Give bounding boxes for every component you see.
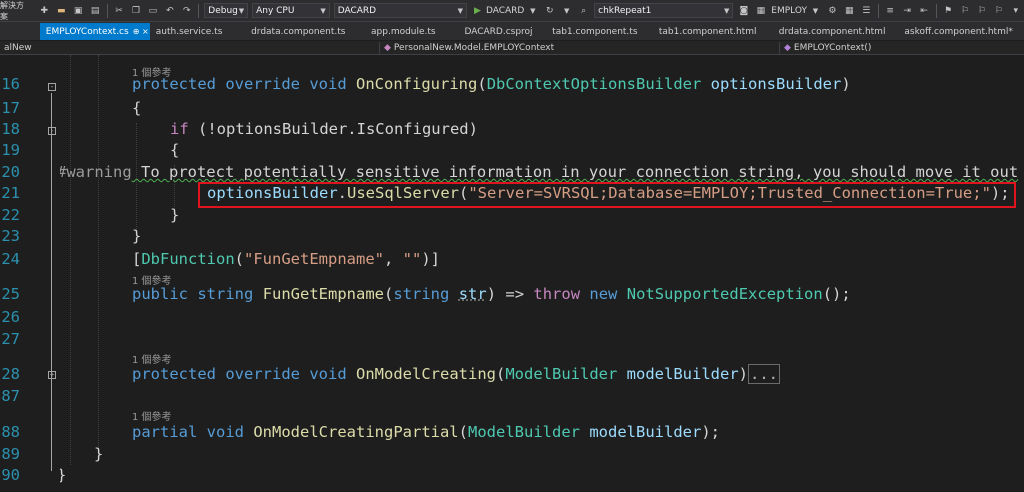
method-icon: ◆ <box>784 42 791 53</box>
database-icon[interactable]: ▦ <box>754 4 767 17</box>
save-icon[interactable]: ▣ <box>72 4 85 17</box>
redo-icon[interactable]: ↷ <box>180 4 193 17</box>
line-number: 225 <box>0 285 20 303</box>
configuration-select[interactable]: Debug ▼ <box>204 3 249 18</box>
code-line-388: partial void OnModelCreatingPartial(Mode… <box>132 423 720 441</box>
chevron-down-icon: ▼ <box>238 6 245 15</box>
line-number: 221 <box>0 184 20 202</box>
collapse-icon[interactable]: - <box>48 127 56 135</box>
line-number: 224 <box>0 250 20 268</box>
list-icon[interactable]: ☰ <box>860 4 873 17</box>
tab-tab1-component-ts[interactable]: tab1.component.ts <box>546 23 653 40</box>
tab-employcontext[interactable]: EMPLOYContext.cs ⊕ × <box>39 23 150 40</box>
chevron-down-icon[interactable]: ▼ <box>526 4 539 17</box>
line-number: 218 <box>0 120 20 138</box>
outline-line <box>51 93 52 471</box>
bookmark-icon[interactable]: ⚑ <box>942 4 955 17</box>
new-item-icon[interactable]: ✚ <box>38 4 51 17</box>
expand-icon[interactable]: + <box>48 371 56 379</box>
line-number-gutter: 216 217 218 219 220 221 222 223 224 225 … <box>0 55 48 492</box>
line-number: 387 <box>0 387 20 405</box>
line-number: 217 <box>0 99 20 117</box>
line-number: 219 <box>0 141 20 159</box>
code-line-219: { <box>170 141 180 159</box>
line-number: 228 <box>0 365 20 383</box>
find-target-select[interactable]: chkRepeat1 ▼ <box>594 3 734 18</box>
line-number: 389 <box>0 445 20 463</box>
run-button-label[interactable]: DACARD <box>486 6 524 16</box>
code-line-216: protected override void OnConfiguring(Db… <box>132 75 851 93</box>
code-line-224: [DbFunction("FunGetEmpname", "")] <box>132 250 441 268</box>
chevron-down-icon[interactable]: ▼ <box>809 4 822 17</box>
class-icon: ◆ <box>384 42 391 53</box>
toolbar: 解決方案 ✚ ▬ ▣ ▤ ✂ ❐ ▭ ↶ ↷ Debug ▼ Any CPU ▼ D… <box>0 0 1024 22</box>
member-dropdown[interactable]: ◆ EMPLOYContext() <box>780 42 1024 54</box>
tab-auth-service[interactable]: auth.service.ts <box>150 23 245 40</box>
code-line-217: { <box>132 99 142 117</box>
code-line-220: #warning To protect potentially sensitiv… <box>60 163 1019 181</box>
line-number: 390 <box>0 466 20 484</box>
bookmark-clear-icon[interactable]: ⚐ <box>992 4 1005 17</box>
toolbar-overflow-icon[interactable]: ▾ <box>1009 4 1022 17</box>
collapsed-region-button[interactable]: ... <box>748 364 780 384</box>
line-number: 222 <box>0 206 20 224</box>
code-line-225: public string FunGetEmpname(string str) … <box>132 285 851 303</box>
tab-drdata-component-ts[interactable]: drdata.component.ts <box>245 23 365 40</box>
outlining-margin: - - + <box>48 55 60 492</box>
code-line-390: } <box>60 466 66 484</box>
code-line-222: } <box>170 206 180 224</box>
navigation-bar: alNew ◆ PersonalNew.Model.EMPLOYContext … <box>0 41 1024 55</box>
bookmark-prev-icon[interactable]: ⚐ <box>958 4 971 17</box>
cut-icon[interactable]: ✂ <box>113 4 126 17</box>
tab-app-module[interactable]: app.module.ts <box>365 23 458 40</box>
code-line-218: if (!optionsBuilder.IsConfigured) <box>170 120 478 138</box>
code-line-223: } <box>132 227 142 245</box>
refresh-icon[interactable]: ↻ <box>543 4 556 17</box>
tab-askoff-component-html[interactable]: askoff.component.html* <box>898 23 1024 40</box>
chevron-down-icon: ▼ <box>457 6 464 15</box>
tab-spacer <box>0 23 40 40</box>
chevron-down-icon[interactable]: ▼ <box>560 4 573 17</box>
bookmark-next-icon[interactable]: ⚐ <box>975 4 988 17</box>
find-icon[interactable]: ⌕ <box>577 4 590 17</box>
project-dropdown[interactable]: alNew <box>0 41 380 54</box>
undo-icon[interactable]: ↶ <box>163 4 176 17</box>
settings-icon[interactable]: ⚙ <box>826 4 839 17</box>
indent-icon[interactable]: ⇥ <box>901 4 914 17</box>
line-number: 388 <box>0 423 20 441</box>
line-number: 216 <box>0 75 20 93</box>
paste-icon[interactable]: ▭ <box>146 4 159 17</box>
line-number: 226 <box>0 308 20 326</box>
save-all-icon[interactable]: ▤ <box>89 4 102 17</box>
format-icon[interactable]: ≡ <box>884 4 897 17</box>
code-line-389: } <box>94 445 104 463</box>
tab-drdata-component-html[interactable]: drdata.component.html <box>773 23 899 40</box>
copy-icon[interactable]: ❐ <box>130 4 143 17</box>
chevron-down-icon: ▼ <box>320 6 326 15</box>
highlight-box <box>198 182 1016 208</box>
tab-tab1-component-html[interactable]: tab1.component.html <box>653 23 773 40</box>
run-icon[interactable]: ▶ <box>471 4 484 17</box>
tab-dacard-csproj[interactable]: DACARD.csproj <box>458 23 546 40</box>
line-number: 223 <box>0 227 20 245</box>
database-label[interactable]: EMPLOY <box>771 6 807 16</box>
code-editor[interactable]: 1 個參考 1 個參考 1 個參考 1 個參考 protected overri… <box>60 55 1024 492</box>
document-tabs: EMPLOYContext.cs ⊕ × auth.service.ts drd… <box>0 22 1024 40</box>
reference-count[interactable]: 1 個參考 <box>132 351 172 366</box>
collapse-icon[interactable]: - <box>48 83 56 91</box>
class-dropdown[interactable]: ◆ PersonalNew.Model.EMPLOYContext <box>380 41 780 54</box>
open-folder-icon[interactable]: ▬ <box>55 4 68 17</box>
camera-icon[interactable]: ◙ <box>737 4 750 17</box>
solution-explorer-label[interactable]: 解決方案 <box>0 0 32 22</box>
tab-pin-close-icon[interactable]: ⊕ × <box>133 27 149 36</box>
line-number: 227 <box>0 330 20 348</box>
chevron-down-icon: ▼ <box>724 6 730 15</box>
grid-icon[interactable]: ▦ <box>843 4 856 17</box>
platform-select[interactable]: Any CPU ▼ <box>252 3 330 18</box>
outdent-icon[interactable]: ⇤ <box>918 4 931 17</box>
code-line-228: protected override void OnModelCreating(… <box>132 364 780 384</box>
project-select[interactable]: DACARD ▼ <box>333 3 468 18</box>
line-number: 220 <box>0 163 20 181</box>
reference-count[interactable]: 1 個參考 <box>132 408 172 423</box>
